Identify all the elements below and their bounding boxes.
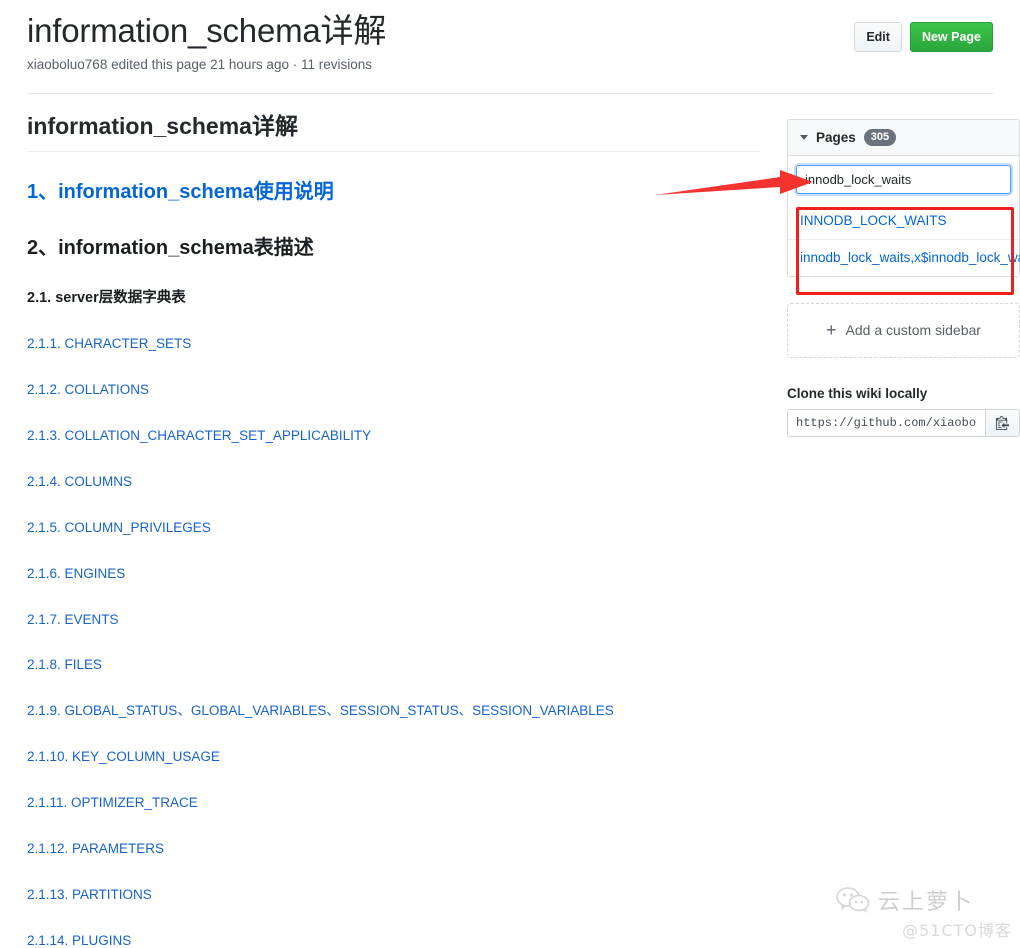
content-subsection-21-heading: 2.1. server层数据字典表 [27, 289, 186, 306]
wiki-page: information_schema详解 xiaoboluo768 edited… [0, 0, 1020, 948]
watermark-source-text: @51CTO博客 [902, 921, 1012, 940]
pages-count-badge: 305 [863, 129, 897, 146]
toc-link[interactable]: 2.1.2. COLLATIONS [27, 381, 760, 400]
clone-url-row [787, 408, 1020, 437]
toc-link[interactable]: 2.1.7. EVENTS [27, 611, 760, 630]
toc-link[interactable]: 2.1.3. COLLATION_CHARACTER_SET_APPLICABI… [27, 427, 760, 446]
add-custom-sidebar-label: Add a custom sidebar [845, 322, 981, 339]
search-result-item[interactable]: INNODB_LOCK_WAITS [788, 203, 1019, 239]
pages-search-wrapper [788, 156, 1019, 203]
toc-link[interactable]: 2.1.8. FILES [27, 656, 760, 675]
content-section-1-link[interactable]: 1、information_schema使用说明 [27, 179, 760, 206]
watermark-brand-text: 云上萝卜 [878, 890, 975, 915]
wiki-sidebar: Pages 305 INNODB_LOCK_WAITS innodb_lock_… [787, 119, 1020, 437]
pages-search-input[interactable] [796, 165, 1011, 194]
content-section-2-heading: 2、information_schema表描述 [27, 236, 314, 259]
plus-icon: + [826, 320, 837, 341]
wechat-icon [836, 887, 870, 913]
add-custom-sidebar-button[interactable]: + Add a custom sidebar [787, 302, 1020, 358]
page-title: information_schema详解 [27, 12, 387, 49]
toc-link[interactable]: 2.1.9. GLOBAL_STATUS、GLOBAL_VARIABLES、SE… [27, 702, 760, 721]
clone-url-input[interactable] [788, 409, 985, 436]
clone-wiki-label: Clone this wiki locally [787, 385, 928, 401]
search-result-item[interactable]: innodb_lock_waits,x$innodb_lock_waits [788, 238, 1020, 276]
page-byline: xiaoboluo768 edited this page 21 hours a… [27, 57, 372, 73]
content-heading-1: information_schema详解 [27, 112, 760, 152]
toc-link[interactable]: 2.1.12. PARAMETERS [27, 840, 760, 859]
toc-link[interactable]: 2.1.14. PLUGINS [27, 932, 760, 948]
pages-panel-header[interactable]: Pages 305 [788, 120, 1019, 156]
pages-label: Pages [816, 130, 856, 145]
wiki-header: information_schema详解 xiaoboluo768 edited… [27, 10, 993, 72]
copy-to-clipboard-button[interactable] [985, 409, 1019, 436]
pages-panel: Pages 305 INNODB_LOCK_WAITS innodb_lock_… [787, 119, 1020, 295]
toc-link[interactable]: 2.1.13. PARTITIONS [27, 886, 760, 905]
edit-button[interactable]: Edit [854, 22, 902, 52]
wiki-content: information_schema详解 1、information_schem… [27, 112, 760, 948]
toc-link[interactable]: 2.1.1. CHARACTER_SETS [27, 335, 760, 354]
toc-link[interactable]: 2.1.5. COLUMN_PRIVILEGES [27, 519, 760, 538]
watermark-brand-row: 云上萝卜 [836, 884, 1012, 916]
toc-link[interactable]: 2.1.10. KEY_COLUMN_USAGE [27, 748, 760, 767]
header-actions: Edit New Page [854, 22, 993, 52]
clipboard-icon [995, 416, 1010, 431]
new-page-button[interactable]: New Page [909, 22, 993, 52]
toc-link[interactable]: 2.1.4. COLUMNS [27, 473, 760, 492]
chevron-down-icon [800, 135, 808, 140]
toc-link[interactable]: 2.1.6. ENGINES [27, 565, 760, 584]
watermark: 云上萝卜 @51CTO博客 [836, 884, 1012, 941]
toc-link[interactable]: 2.1.11. OPTIMIZER_TRACE [27, 794, 760, 813]
header-divider [27, 93, 993, 94]
